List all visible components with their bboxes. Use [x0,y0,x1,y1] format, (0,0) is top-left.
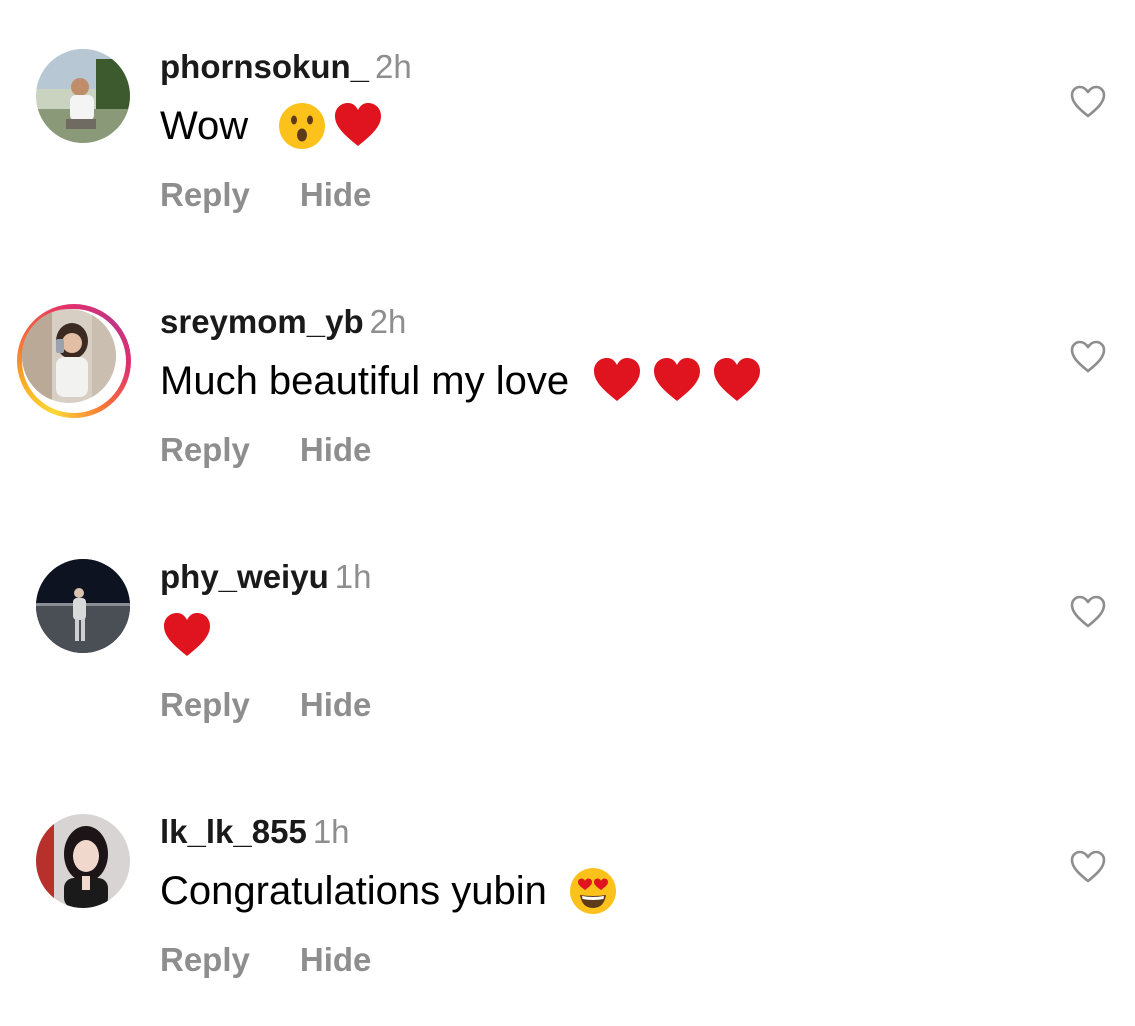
avatar[interactable] [36,49,130,143]
comment-body: Wow [160,104,249,148]
timestamp: 1h [334,558,372,595]
reply-button[interactable]: Reply [160,941,250,978]
comment-text: Much beautiful my love [160,355,762,407]
comment-item: phornsokun_ 2h Wow Reply Hide [0,0,1135,213]
comment-item: sreymom_yb 2h Much beautiful my love Repl… [0,255,1135,468]
hide-button[interactable]: Hide [300,686,372,723]
comment-actions: Reply Hide [160,429,371,471]
comment-header: phy_weiyu 1h [160,557,371,597]
hide-button[interactable]: Hide [300,431,372,468]
comment-text [160,610,212,662]
red-heart-emoji-icon [652,356,702,406]
reply-button[interactable]: Reply [160,686,250,723]
red-heart-emoji-icon [162,611,212,661]
reply-button[interactable]: Reply [160,431,250,468]
like-button[interactable] [1070,850,1106,884]
red-heart-emoji-icon [712,356,762,406]
comment-body: Congratulations yubin [160,869,547,913]
comment-text: Wow [160,100,383,152]
red-heart-emoji-icon [592,356,642,406]
heart-eyes-face-emoji-icon [568,866,618,916]
heart-outline-icon [1070,850,1106,883]
comment-text: Congratulations yubin [160,865,618,917]
heart-outline-icon [1070,340,1106,373]
avatar-story-ring[interactable] [17,304,131,418]
avatar[interactable] [36,814,130,908]
comment-header: sreymom_yb 2h [160,302,406,342]
heart-outline-icon [1070,595,1106,628]
hide-button[interactable]: Hide [300,941,372,978]
comment-item: phy_weiyu 1h Reply Hide [0,510,1135,723]
reply-button[interactable]: Reply [160,176,250,213]
comment-actions: Reply Hide [160,684,371,726]
username[interactable]: phy_weiyu [160,558,329,595]
comment-body: Much beautiful my love [160,359,570,403]
like-button[interactable] [1070,85,1106,119]
comment-header: phornsokun_ 2h [160,47,412,87]
surprised-face-emoji-icon [277,101,327,151]
username[interactable]: phornsokun_ [160,48,369,85]
avatar [22,309,116,403]
timestamp: 2h [369,303,407,340]
username[interactable]: sreymom_yb [160,303,364,340]
comment-item: lk_lk_855 1h Congratulations yubin Reply H… [0,765,1135,978]
avatar[interactable] [36,559,130,653]
timestamp: 1h [312,813,350,850]
username[interactable]: lk_lk_855 [160,813,307,850]
like-button[interactable] [1070,595,1106,629]
comment-actions: Reply Hide [160,174,371,216]
red-heart-emoji-icon [333,101,383,151]
comment-header: lk_lk_855 1h [160,812,350,852]
heart-outline-icon [1070,85,1106,118]
timestamp: 2h [375,48,412,85]
hide-button[interactable]: Hide [300,176,372,213]
comment-actions: Reply Hide [160,939,371,981]
like-button[interactable] [1070,340,1106,374]
